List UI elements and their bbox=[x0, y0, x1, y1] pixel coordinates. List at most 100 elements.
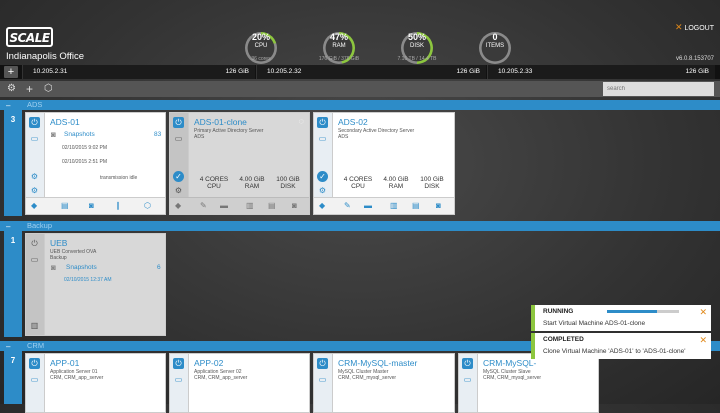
settings-icon[interactable]: ⚙ bbox=[29, 171, 40, 182]
power-icon[interactable]: ⏻ bbox=[317, 358, 328, 369]
cpu-spec: 4 CORES CPU bbox=[194, 176, 234, 190]
check-icon: ✓ bbox=[317, 171, 328, 182]
clone-icon[interactable]: ▤ bbox=[268, 201, 276, 210]
snapshot-icon[interactable]: ◙ bbox=[436, 201, 441, 210]
console-icon[interactable]: ▭ bbox=[317, 133, 328, 144]
console-icon[interactable]: ▭ bbox=[462, 374, 473, 385]
group-header-backup[interactable]: Backup bbox=[0, 221, 720, 231]
gear-icon[interactable]: ⚙ bbox=[317, 185, 328, 196]
layers-icon[interactable]: ◆ bbox=[319, 201, 325, 210]
vm-card-sidebar: ⏻ ▭ bbox=[170, 354, 189, 412]
power-icon[interactable]: ⏻ bbox=[317, 117, 328, 128]
disk-gauge-percent: 50% bbox=[407, 32, 426, 42]
snapshot-icon[interactable]: ◙ bbox=[292, 201, 297, 210]
snapshot-icon[interactable]: ◙ bbox=[89, 201, 94, 210]
logout-button[interactable]: ✕ LOGOUT bbox=[675, 22, 714, 33]
power-icon[interactable]: ⏻ bbox=[29, 117, 40, 128]
notification-text: Start Virtual Machine ADS-01-clone bbox=[543, 320, 646, 327]
plus-icon[interactable]: + bbox=[26, 83, 33, 95]
gear-icon[interactable]: ⚙ bbox=[173, 185, 184, 196]
vm-description: UEB Converted OVA Backup bbox=[50, 249, 96, 261]
console-icon[interactable]: ▭ bbox=[29, 133, 40, 144]
vm-card-ads-02[interactable]: ⏻ ▭ ✓ ⚙ ADS-02 Secondary Active Director… bbox=[313, 112, 455, 215]
node-2-ip: 10.205.2.32 bbox=[267, 68, 302, 75]
move-icon[interactable]: ▬ bbox=[220, 201, 228, 210]
node-3-ip: 10.205.2.33 bbox=[498, 68, 533, 75]
logout-label: LOGOUT bbox=[684, 25, 714, 32]
collapse-icon[interactable]: – bbox=[6, 222, 10, 231]
disk-spec: 100 GiB DISK bbox=[414, 176, 450, 190]
disk-value: 100 GiB bbox=[420, 176, 444, 183]
vm-card-ads-01-clone[interactable]: ⏻ ▭ ✓ ⚙ ◌ ADS-01-clone Primary Active Di… bbox=[169, 112, 310, 215]
node-1[interactable]: 10.205.2.31 126 GiB bbox=[22, 65, 255, 79]
console-icon[interactable]: ▭ bbox=[29, 374, 40, 385]
console-icon[interactable]: ▭ bbox=[317, 374, 328, 385]
check-icon: ✓ bbox=[173, 171, 184, 182]
vm-name: ADS-01 bbox=[50, 117, 80, 127]
ram-value: 4.00 GiB bbox=[383, 176, 409, 183]
search-input[interactable] bbox=[603, 82, 714, 96]
close-icon[interactable]: ✕ bbox=[699, 307, 707, 318]
collapse-icon[interactable]: – bbox=[6, 101, 10, 110]
vm-description: MySQL Cluster Slave CRM, CRM_mysql_serve… bbox=[483, 369, 541, 381]
wrench-icon[interactable]: ✎ bbox=[344, 201, 351, 210]
trash-icon[interactable]: ▥ bbox=[246, 201, 254, 210]
layers-icon[interactable]: ◆ bbox=[31, 201, 37, 210]
vm-card-app-02[interactable]: ⏻ ▭ APP-02 Application Server 02 CRM, CR… bbox=[169, 353, 310, 413]
items-gauge[interactable]: 0 ITEMS bbox=[479, 28, 511, 64]
move-icon[interactable]: ▬ bbox=[364, 201, 372, 210]
layers-icon[interactable]: ◆ bbox=[175, 201, 181, 210]
collapse-icon[interactable]: – bbox=[6, 342, 10, 351]
export-icon[interactable]: ⬡ bbox=[144, 201, 151, 210]
vm-tags: CRM, CRM_mysql_server bbox=[483, 375, 542, 381]
node-2[interactable]: 10.205.2.32 126 GiB bbox=[256, 65, 486, 79]
vm-card-crm-mysql-slave[interactable]: ⏻ ▭ CRM-MySQL- MySQL Cluster Slave CRM, … bbox=[458, 353, 599, 413]
wrench-icon[interactable]: ✎ bbox=[200, 201, 207, 210]
console-icon[interactable]: ▭ bbox=[173, 133, 184, 144]
snapshots-link[interactable]: Snapshots bbox=[66, 264, 97, 271]
vm-card-app-01[interactable]: ⏻ ▭ APP-01 Application Server 01 CRM, CR… bbox=[25, 353, 166, 413]
group-header-ads[interactable]: ADS bbox=[0, 100, 720, 110]
node-3[interactable]: 10.205.2.33 126 GiB bbox=[487, 65, 715, 79]
snapshots-link[interactable]: Snapshots bbox=[64, 131, 95, 138]
camera-icon: ◙ bbox=[51, 263, 56, 272]
vm-name: ADS-02 bbox=[338, 117, 368, 127]
pause-icon[interactable]: ∥ bbox=[116, 201, 120, 210]
node-1-ip: 10.205.2.31 bbox=[33, 68, 68, 75]
vm-card-ads-01[interactable]: ⏻ ▭ ⚙ ⚙ ADS-01 ◙ Snapshots 83 02/10/2015… bbox=[25, 112, 166, 215]
power-icon[interactable]: ⏻ bbox=[29, 238, 40, 249]
trash-icon[interactable]: ▥ bbox=[390, 201, 398, 210]
ram-spec: 4.00 GiB RAM bbox=[378, 176, 414, 190]
add-node-button[interactable]: + bbox=[4, 66, 18, 78]
console-icon[interactable]: ▭ bbox=[173, 374, 184, 385]
vm-card-sidebar: ⏻ ▭ bbox=[26, 354, 45, 412]
disk-gauge-sub: 7.16 TB / 14.4 TB bbox=[397, 56, 437, 62]
vm-description: Secondary Active Directory Server ADS bbox=[338, 128, 414, 140]
vm-description: MySQL Cluster Master CRM, CRM_mysql_serv… bbox=[338, 369, 396, 381]
group-name-ads: ADS bbox=[27, 100, 43, 109]
close-icon[interactable]: ✕ bbox=[699, 335, 707, 346]
gear-icon[interactable]: ⚙ bbox=[29, 185, 40, 196]
node-1-memory: 126 GiB bbox=[225, 68, 250, 75]
cube-icon[interactable]: ⬡ bbox=[44, 83, 53, 95]
vm-card-crm-mysql-master[interactable]: ⏻ ▭ CRM-MySQL-master MySQL Cluster Maste… bbox=[313, 353, 455, 413]
power-icon[interactable]: ⏻ bbox=[173, 117, 184, 128]
group-name-crm: CRM bbox=[27, 341, 45, 350]
vm-card-ueb[interactable]: ⏻ ▭ ▥ UEB UEB Converted OVA Backup ◙ Sna… bbox=[25, 233, 166, 336]
vm-tags: ADS bbox=[338, 134, 349, 140]
trash-icon[interactable]: ▥ bbox=[29, 320, 40, 331]
scale-logo: SCALE bbox=[6, 27, 53, 47]
power-icon[interactable]: ⏻ bbox=[173, 358, 184, 369]
items-gauge-label: ITEMS bbox=[485, 43, 505, 49]
console-icon[interactable]: ▭ bbox=[29, 254, 40, 265]
clone-icon[interactable]: ▤ bbox=[412, 201, 420, 210]
gear-icon[interactable]: ⚙ bbox=[7, 83, 16, 95]
vm-card-sidebar: ⏻ ▭ bbox=[314, 354, 333, 412]
items-gauge-ring: 0 ITEMS bbox=[479, 32, 511, 64]
power-icon[interactable]: ⏻ bbox=[29, 358, 40, 369]
power-icon[interactable]: ⏻ bbox=[462, 358, 473, 369]
vm-actions: ◆ ✎ ▬ ▥ ▤ ◙ bbox=[314, 197, 454, 214]
clone-icon[interactable]: ▤ bbox=[61, 201, 69, 210]
ram-spec: 4.00 GiB RAM bbox=[234, 176, 270, 190]
vm-tags: ADS bbox=[194, 134, 205, 140]
